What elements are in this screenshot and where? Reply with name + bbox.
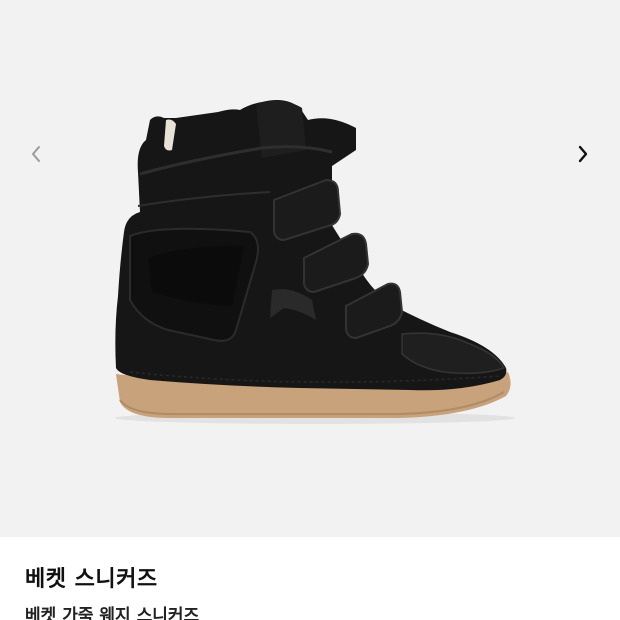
product-title: 베켓 스니커즈 xyxy=(25,567,158,592)
chevron-right-icon xyxy=(578,145,588,163)
product-page: 베켓 스니커즈 베켓 가죽 웨지 스니커즈 xyxy=(0,0,620,620)
product-subtitle: 베켓 가죽 웨지 스니커즈 xyxy=(25,606,200,620)
product-info: 베켓 스니커즈 베켓 가죽 웨지 스니커즈 xyxy=(0,537,620,620)
product-image xyxy=(115,100,515,424)
product-image-gallery[interactable] xyxy=(0,0,620,537)
chevron-left-icon xyxy=(32,146,40,162)
gallery-next-button[interactable] xyxy=(567,138,599,170)
gallery-prev-button[interactable] xyxy=(20,138,52,170)
